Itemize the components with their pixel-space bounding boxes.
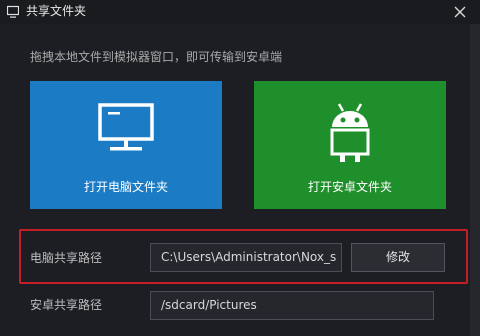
title-bar: 共享文件夹 [0, 0, 480, 24]
pc-share-path-label: 电脑共享路径 [30, 251, 103, 265]
open-android-folder-button[interactable]: 打开安卓文件夹 [254, 81, 446, 209]
window-title: 共享文件夹 [26, 4, 87, 18]
monitor-icon [7, 5, 19, 18]
modify-button[interactable]: 修改 [351, 243, 445, 272]
shared-folder-window: 共享文件夹 拖拽本地文件到模拟器窗口，即可传输到安卓端 打开电脑文件夹 打开安卓… [0, 0, 480, 336]
close-icon[interactable] [450, 2, 470, 22]
open-android-folder-label: 打开安卓文件夹 [307, 180, 392, 194]
android-icon [330, 103, 370, 162]
window-edge [470, 24, 480, 336]
pc-share-path-field[interactable]: C:\Users\Administrator\Nox_s [150, 243, 342, 272]
drag-hint-text: 拖拽本地文件到模拟器窗口，即可传输到安卓端 [30, 50, 283, 64]
open-pc-folder-button[interactable]: 打开电脑文件夹 [30, 81, 222, 209]
android-share-path-field[interactable]: /sdcard/Pictures [150, 291, 434, 320]
open-pc-folder-label: 打开电脑文件夹 [83, 180, 168, 194]
android-share-path-label: 安卓共享路径 [30, 298, 103, 312]
monitor-icon [98, 103, 154, 151]
